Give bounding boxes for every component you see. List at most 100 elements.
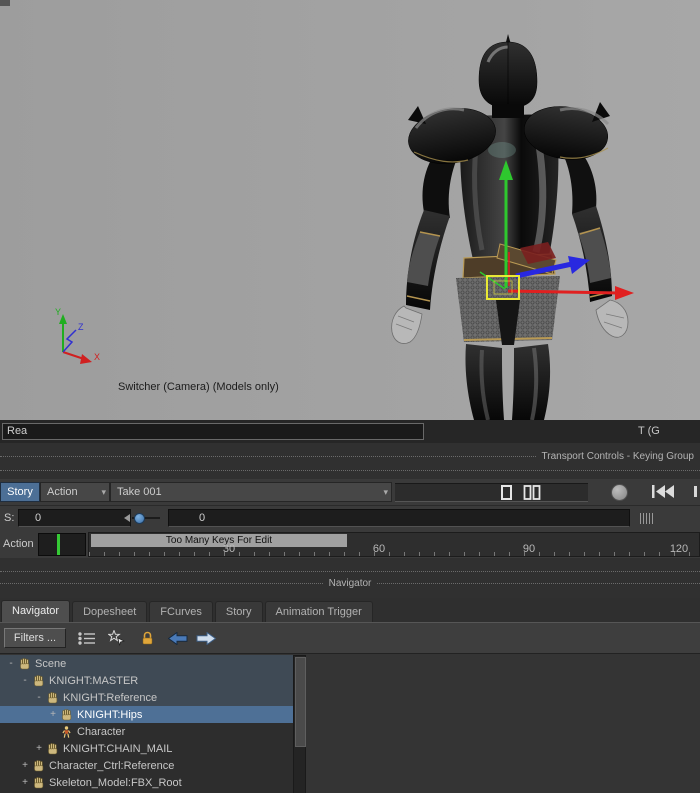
tree-item-label: KNIGHT:Hips bbox=[77, 709, 142, 721]
tree-scrollbar[interactable] bbox=[293, 655, 306, 793]
separator-dots bbox=[0, 470, 700, 471]
frame-tick-label: 90 bbox=[511, 543, 547, 555]
tree-item-knight-reference[interactable]: - KNIGHT:Reference bbox=[0, 689, 293, 706]
take-dropdown-label: Take 001 bbox=[117, 486, 162, 498]
tab-animation-trigger[interactable]: Animation Trigger bbox=[265, 601, 373, 622]
status-field-row: Rea T (G bbox=[0, 420, 700, 443]
tree-item-label: Scene bbox=[35, 658, 66, 670]
character-icon bbox=[60, 726, 73, 738]
single-pane-button[interactable] bbox=[500, 485, 513, 503]
action-timeline-row: Action Too Many Keys For Edit 306090120 bbox=[0, 531, 700, 558]
s-value-field[interactable]: 0 bbox=[18, 509, 131, 527]
tree-item-knight-hips[interactable]: + KNIGHT:Hips bbox=[0, 706, 293, 723]
model-icon bbox=[32, 675, 45, 687]
transport-separator: Transport Controls - Keying Group bbox=[0, 443, 700, 479]
separator-dots bbox=[377, 583, 700, 584]
tree-item-scene[interactable]: - Scene bbox=[0, 655, 293, 672]
expand-toggle[interactable]: + bbox=[20, 760, 30, 771]
navigator-separator-label: Navigator bbox=[329, 578, 372, 589]
action-dropdown[interactable]: Action ▾ bbox=[40, 482, 110, 502]
back-button[interactable] bbox=[168, 632, 188, 645]
scroll-grip-icon[interactable] bbox=[640, 513, 653, 524]
tab-story[interactable]: Story bbox=[215, 601, 263, 622]
chevron-down-icon: ▾ bbox=[383, 483, 388, 501]
tree-item-label: KNIGHT:MASTER bbox=[49, 675, 138, 687]
lock-icon bbox=[141, 631, 154, 645]
playhead-marker[interactable] bbox=[57, 534, 60, 555]
expand-toggle[interactable]: + bbox=[48, 709, 58, 720]
filters-toolbar: Filters ... bbox=[0, 622, 700, 653]
tree-item-label: Character_Ctrl:Reference bbox=[49, 760, 174, 772]
frame-tick-label: 120 bbox=[661, 543, 697, 555]
collapse-toggle[interactable]: - bbox=[34, 692, 44, 703]
lock-button[interactable] bbox=[141, 631, 154, 645]
tree-item-label: Skeleton_Model:FBX_Root bbox=[49, 777, 182, 789]
frame-value-field[interactable]: 0 bbox=[168, 509, 630, 527]
list-view-button[interactable] bbox=[78, 632, 96, 645]
single-pane-icon bbox=[500, 485, 513, 500]
transport-toolbar: Story Action ▾ Take 001 ▾ bbox=[0, 479, 700, 505]
tab-dopesheet[interactable]: Dopesheet bbox=[72, 601, 147, 622]
navigator-pane: - Scene- KNIGHT:MASTER- KNIGHT:Reference… bbox=[0, 653, 700, 793]
svg-text:Z: Z bbox=[78, 322, 84, 332]
timeline-ruler[interactable]: Too Many Keys For Edit 306090120 bbox=[88, 532, 700, 557]
spinner-left-arrow-icon[interactable] bbox=[124, 514, 130, 522]
star-pointer-icon bbox=[108, 630, 125, 646]
tree-item-character-ctrl-reference[interactable]: + Character_Ctrl:Reference bbox=[0, 757, 293, 774]
time-mode-label: T (G bbox=[638, 425, 660, 437]
filters-button[interactable]: Filters ... bbox=[4, 628, 66, 648]
tree-item-knight-master[interactable]: - KNIGHT:MASTER bbox=[0, 672, 293, 689]
separator-dots bbox=[0, 456, 536, 457]
tree-item-label: KNIGHT:Reference bbox=[63, 692, 157, 704]
expand-toggle[interactable]: + bbox=[20, 777, 30, 788]
collapse-toggle[interactable]: - bbox=[20, 675, 30, 686]
action-label: Action bbox=[3, 538, 34, 550]
frame-tick-label: 60 bbox=[361, 543, 397, 555]
back-arrow-icon bbox=[168, 632, 188, 645]
scrollbar-thumb[interactable] bbox=[295, 657, 306, 747]
forward-arrow-icon bbox=[196, 632, 216, 645]
transport-separator-label: Transport Controls - Keying Group bbox=[542, 451, 694, 462]
speed-row: S: 0 0 bbox=[0, 505, 700, 531]
spinner-knob[interactable] bbox=[134, 513, 145, 524]
value-spinner[interactable] bbox=[124, 513, 162, 524]
action-dropdown-label: Action bbox=[47, 486, 78, 498]
dual-pane-icon bbox=[523, 485, 542, 500]
svg-text:Y: Y bbox=[55, 307, 61, 317]
tree-item-label: KNIGHT:CHAIN_MAIL bbox=[63, 743, 172, 755]
current-frame-box[interactable] bbox=[38, 533, 86, 556]
frame-tick-label: 30 bbox=[211, 543, 247, 555]
svg-text:X: X bbox=[94, 352, 100, 362]
record-button[interactable] bbox=[611, 484, 628, 501]
collapse-toggle[interactable]: - bbox=[6, 658, 16, 669]
viewport-3d[interactable]: X Y Z Switcher (Camera) (Models only) bbox=[0, 0, 700, 420]
tree-item-label: Character bbox=[77, 726, 125, 738]
go-to-start-button[interactable] bbox=[651, 485, 675, 501]
model-icon bbox=[32, 760, 45, 772]
separator-dots bbox=[0, 571, 700, 572]
text-input[interactable]: Rea bbox=[2, 423, 424, 440]
tab-fcurves[interactable]: FCurves bbox=[149, 601, 213, 622]
transport-button-partial[interactable] bbox=[694, 486, 697, 497]
tree-item-knight-chain-mail[interactable]: + KNIGHT:CHAIN_MAIL bbox=[0, 740, 293, 757]
model-icon bbox=[18, 658, 31, 670]
expand-toggle[interactable]: + bbox=[34, 743, 44, 754]
model-icon bbox=[46, 743, 59, 755]
tree-item-character[interactable]: Character bbox=[0, 723, 293, 740]
select-favorites-button[interactable] bbox=[108, 630, 125, 646]
navigator-separator: Navigator bbox=[0, 558, 700, 598]
knight-model[interactable]: X Y Z bbox=[0, 0, 700, 420]
story-button[interactable]: Story bbox=[0, 482, 40, 502]
dual-pane-button[interactable] bbox=[523, 485, 542, 503]
go-to-start-icon bbox=[651, 485, 675, 498]
scene-tree: - Scene- KNIGHT:MASTER- KNIGHT:Reference… bbox=[0, 655, 293, 793]
separator-dots bbox=[0, 583, 323, 584]
s-label: S: bbox=[4, 512, 14, 524]
tab-navigator[interactable]: Navigator bbox=[1, 600, 70, 622]
list-icon bbox=[78, 632, 96, 645]
motionbuilder-window: X Y Z Switcher (Camera) (Models only) Re… bbox=[0, 0, 700, 793]
take-dropdown[interactable]: Take 001 ▾ bbox=[110, 482, 392, 502]
forward-button[interactable] bbox=[196, 632, 216, 645]
model-icon bbox=[32, 777, 45, 789]
tree-item-skeleton-model-fbx-root[interactable]: + Skeleton_Model:FBX_Root bbox=[0, 774, 293, 791]
